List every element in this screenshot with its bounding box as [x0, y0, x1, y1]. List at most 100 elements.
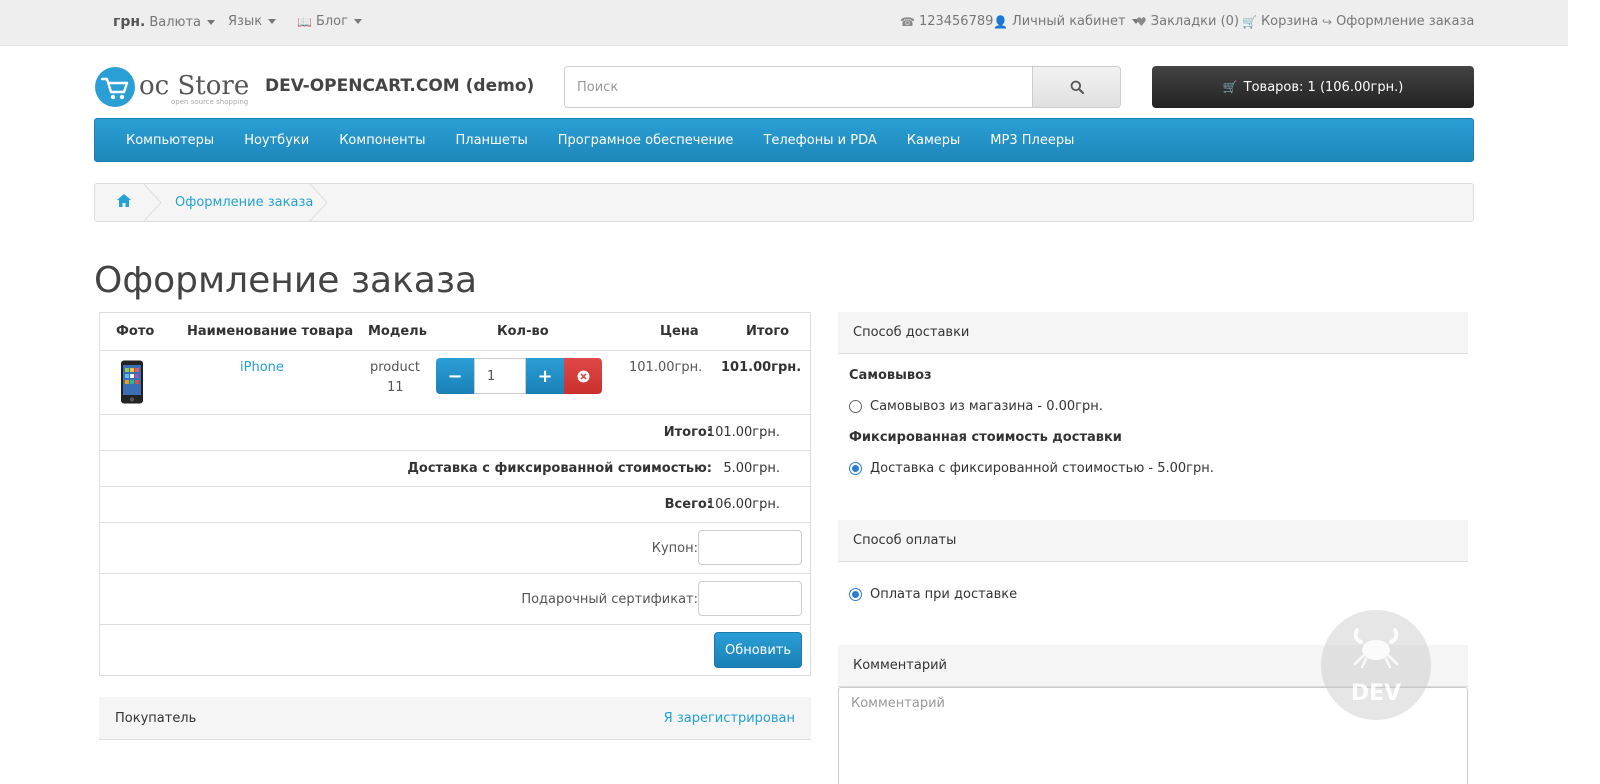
update-row: Обновить [100, 625, 810, 675]
payment-option-cod[interactable]: Оплата при доставке [849, 587, 1017, 602]
qty-increase-button[interactable]: + [526, 358, 564, 394]
col-total: Итого [746, 324, 790, 339]
breadcrumb-separator [309, 183, 328, 222]
minus-icon: − [447, 365, 463, 387]
login-link[interactable]: Я зарегистрирован [664, 711, 795, 726]
coupon-input[interactable] [698, 530, 802, 565]
qty-decrease-button[interactable]: − [436, 358, 474, 394]
top-bar: грн. Валюта Язык 📖 Блог ☎ 123456789 👤 Ли… [0, 0, 1568, 46]
table-header: Фото Наименование товара Модель Кол-во Ц… [100, 313, 810, 351]
wishlist-link[interactable]: ♥ Закладки (0) [1136, 14, 1239, 29]
shipping-value: 5.00грн. [723, 461, 780, 476]
total-label: Всего: [664, 497, 712, 512]
logo-text: oc Store [139, 71, 249, 101]
cart-label: Корзина [1260, 14, 1319, 29]
menu-item-computers[interactable]: Компьютеры [111, 133, 229, 148]
heart-icon: ♥ [1136, 14, 1147, 29]
shipping-panel-header: Способ доставки [838, 312, 1468, 354]
plus-icon: + [537, 365, 553, 387]
col-photo: Фото [116, 324, 155, 339]
breadcrumb-separator [143, 183, 162, 222]
product-model-line1: product [370, 360, 421, 375]
shipping-option-pickup[interactable]: Самовывоз из магазина - 0.00грн. [849, 399, 1103, 414]
total-row: Всего: 106.00грн. [100, 487, 810, 523]
breadcrumb-checkout[interactable]: Оформление заказа [175, 195, 313, 210]
checkout-label: Оформление заказа [1336, 14, 1475, 29]
search-input[interactable] [565, 67, 1032, 107]
account-label: Личный кабинет [1011, 14, 1126, 29]
product-total: 101.00грн. [721, 360, 802, 375]
currency-symbol: грн. [113, 14, 146, 30]
update-button[interactable]: Обновить [714, 632, 802, 668]
shipping-option-flat[interactable]: Доставка с фиксированной стоимостью - 5.… [849, 461, 1214, 476]
cart-summary-button[interactable]: 🛒 Товаров: 1 (106.00грн.) [1152, 66, 1474, 108]
menu-item-software[interactable]: Програмное обеспечение [543, 133, 749, 148]
search-button[interactable] [1032, 67, 1120, 107]
phone-icon: ☎ [900, 14, 915, 29]
voucher-input[interactable] [698, 581, 802, 616]
quantity-stepper: − + [436, 358, 602, 394]
cart-link[interactable]: 🛒 Корзина [1242, 14, 1318, 29]
logo-tagline: open source shopping [171, 98, 248, 106]
menu-item-tablets[interactable]: Планшеты [440, 133, 542, 148]
phone-link[interactable]: ☎ 123456789 [900, 14, 993, 29]
col-qty: Кол-во [497, 324, 549, 339]
payment-panel-header: Способ оплаты [838, 520, 1468, 562]
cart-icon: 🛒 [1222, 80, 1238, 94]
col-model: Модель [368, 324, 427, 339]
shipping-group-flat: Фиксированная стоимость доставки [849, 430, 1122, 445]
remove-icon [577, 370, 589, 382]
total-value: 106.00грн. [706, 497, 780, 512]
customer-panel-header: Покупатель Я зарегистрирован [99, 697, 811, 740]
remove-item-button[interactable] [564, 358, 602, 394]
product-thumbnail[interactable] [120, 360, 144, 404]
cart-summary-label: Товаров: 1 (106.00грн.) [1243, 79, 1404, 95]
account-dropdown[interactable]: 👤 Личный кабинет [993, 14, 1140, 29]
crab-icon [1353, 628, 1399, 668]
logo[interactable]: oc Store open source shopping [95, 66, 255, 110]
chevron-down-icon [268, 19, 277, 24]
blog-label: Блог [315, 14, 348, 29]
checkout-link[interactable]: ↪ Оформление заказа [1322, 14, 1474, 29]
user-icon: 👤 [993, 14, 1008, 29]
product-name-link[interactable]: iPhone [240, 360, 284, 375]
radio-button-checked[interactable] [849, 462, 862, 475]
chevron-down-icon [353, 19, 362, 24]
site-name: DEV-OPENCART.COM (demo) [265, 76, 535, 96]
currency-label: Валюта [149, 14, 202, 30]
blog-dropdown[interactable]: 📖 Блог [297, 14, 362, 29]
radio-button-checked[interactable] [849, 588, 862, 601]
cart-icon: 🛒 [1242, 14, 1257, 29]
col-name: Наименование товара [187, 324, 354, 339]
search-icon [1070, 80, 1084, 94]
subtotal-value: 101.00грн. [706, 425, 780, 440]
category-menu: Компьютеры Ноутбуки Компоненты Планшеты … [94, 118, 1474, 162]
menu-item-phones[interactable]: Телефоны и PDA [748, 133, 891, 148]
home-icon[interactable] [117, 194, 131, 211]
chevron-down-icon [207, 19, 216, 25]
menu-item-laptops[interactable]: Ноутбуки [229, 133, 324, 148]
menu-item-components[interactable]: Компоненты [324, 133, 440, 148]
shipping-option-pickup-label: Самовывоз из магазина - 0.00грн. [870, 399, 1103, 414]
shipping-label: Доставка с фиксированной стоимостью: [407, 461, 712, 476]
currency-dropdown[interactable]: грн. Валюта [113, 14, 216, 30]
breadcrumb: Оформление заказа [94, 183, 1474, 222]
shipping-option-flat-label: Доставка с фиксированной стоимостью - 5.… [870, 461, 1214, 476]
radio-button[interactable] [849, 400, 862, 413]
qty-input[interactable] [474, 358, 526, 394]
search-bar [564, 66, 1121, 108]
language-dropdown[interactable]: Язык [228, 14, 277, 29]
product-model-line2: 11 [387, 380, 404, 395]
product-price: 101.00грн. [629, 360, 703, 375]
customer-panel-title: Покупатель [115, 711, 197, 726]
menu-item-cameras[interactable]: Камеры [892, 133, 976, 148]
share-icon: ↪ [1322, 14, 1333, 29]
wishlist-label: Закладки (0) [1150, 14, 1240, 29]
menu-item-mp3[interactable]: MP3 Плееры [975, 133, 1089, 148]
table-row: iPhone product 11 − + 101.00грн. 101.00г… [100, 351, 810, 415]
voucher-label: Подарочный сертификат: [521, 592, 698, 607]
watermark-text: DEV [1350, 681, 1402, 706]
shipping-row: Доставка с фиксированной стоимостью: 5.0… [100, 451, 810, 487]
phone-number: 123456789 [918, 14, 994, 29]
col-price: Цена [660, 324, 699, 339]
